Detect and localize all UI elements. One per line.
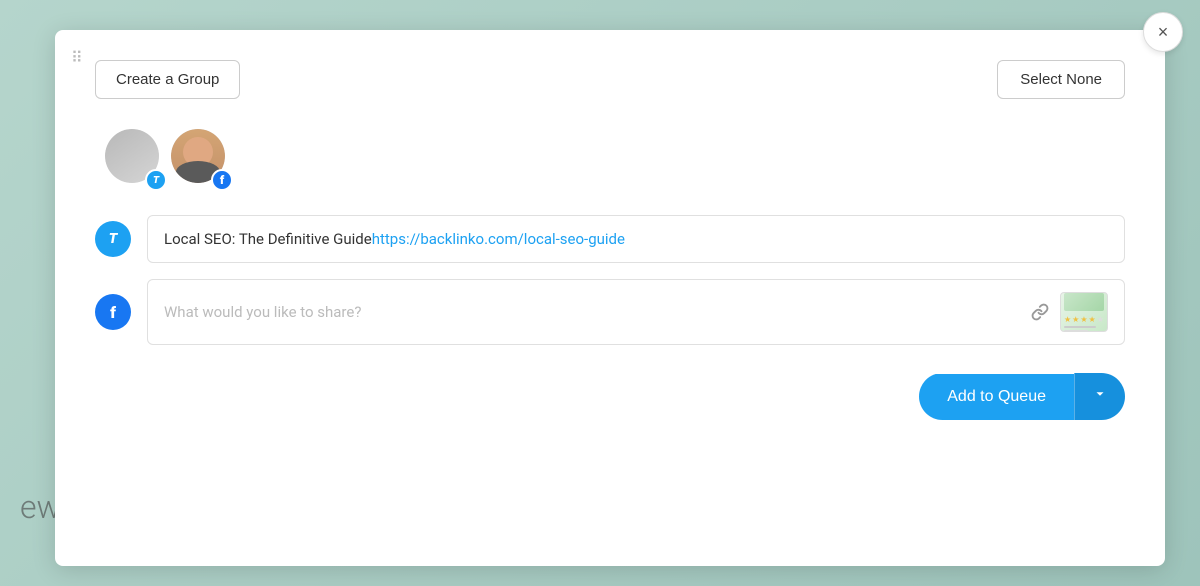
modal-footer: Add to Queue <box>95 373 1125 420</box>
twitter-account-avatar[interactable]: T <box>105 129 163 187</box>
add-to-queue-dropdown-button[interactable] <box>1074 373 1125 420</box>
add-to-queue-main-button[interactable]: Add to Queue <box>919 374 1074 420</box>
drag-handle-icon: ⠿ <box>71 50 83 66</box>
facebook-compose-placeholder: What would you like to share? <box>164 303 361 321</box>
link-attachment-icon[interactable] <box>1026 298 1054 326</box>
twitter-compose-input[interactable]: Local SEO: The Definitive Guide https://… <box>147 215 1125 263</box>
compose-section: T Local SEO: The Definitive Guide https:… <box>95 215 1125 345</box>
facebook-account-avatar[interactable]: f <box>171 129 229 187</box>
facebook-platform-icon: f <box>95 294 131 330</box>
modal-header: Create a Group Select None <box>95 60 1125 99</box>
facebook-compose-row: f What would you like to share? <box>95 279 1125 345</box>
select-none-button[interactable]: Select None <box>997 60 1125 99</box>
twitter-compose-text: Local SEO: The Definitive Guide <box>164 230 372 248</box>
close-button[interactable]: × <box>1143 12 1183 52</box>
create-group-button[interactable]: Create a Group <box>95 60 240 99</box>
facebook-compose-input[interactable]: What would you like to share? ★ <box>147 279 1125 345</box>
accounts-row: T f <box>95 129 1125 187</box>
content-thumbnail: ★ ★ ★ ★ ★ <box>1060 292 1108 332</box>
facebook-social-badge: f <box>211 169 233 191</box>
twitter-platform-icon: T <box>95 221 131 257</box>
twitter-social-badge: T <box>145 169 167 191</box>
add-to-queue-button-group[interactable]: Add to Queue <box>919 373 1125 420</box>
facebook-input-actions: ★ ★ ★ ★ ★ <box>1026 292 1108 332</box>
chevron-down-icon <box>1093 387 1107 401</box>
modal-container: × ⠿ Create a Group Select None T <box>55 30 1165 566</box>
twitter-compose-link[interactable]: https://backlinko.com/local-seo-guide <box>372 230 625 248</box>
twitter-compose-row: T Local SEO: The Definitive Guide https:… <box>95 215 1125 263</box>
